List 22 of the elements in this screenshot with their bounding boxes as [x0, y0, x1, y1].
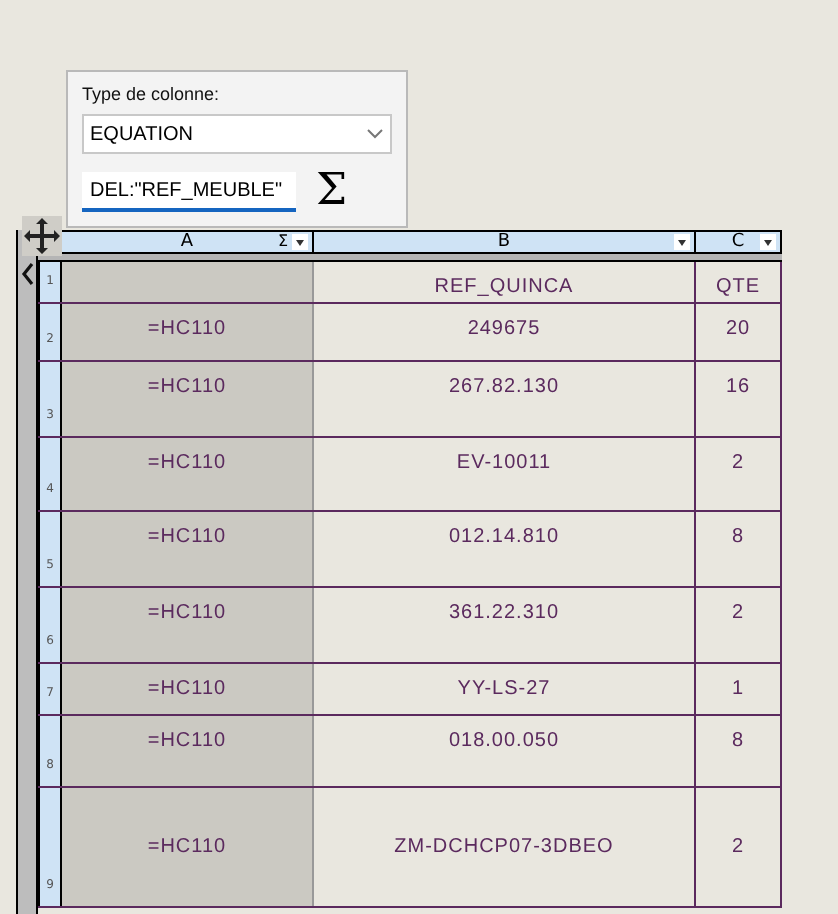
sum-button[interactable]: Σ: [316, 170, 348, 214]
table-cell: =HC110: [62, 788, 314, 906]
move-icon[interactable]: [22, 216, 62, 256]
column-type-label: Type de colonne:: [82, 82, 222, 108]
sum-mark: Σ: [277, 234, 288, 250]
chevron-down-icon: [366, 128, 384, 140]
dropdown-icon[interactable]: [674, 234, 690, 250]
table-cell: =HC110: [62, 512, 314, 586]
chevron-left-icon[interactable]: [20, 262, 36, 286]
column-header[interactable]: C: [731, 233, 745, 251]
dropdown-icon[interactable]: [292, 234, 308, 250]
table-cell: =HC110: [62, 438, 314, 510]
formula-field[interactable]: DEL:"REF_MEUBLE": [82, 172, 296, 212]
table-cell: =HC110: [62, 588, 314, 662]
table-cell: =HC110: [62, 304, 314, 360]
column-header[interactable]: A: [180, 233, 194, 251]
table-cell: =HC110: [62, 716, 314, 786]
table-cell: =HC110: [62, 664, 314, 714]
column-header[interactable]: B: [497, 233, 511, 251]
dropdown-icon[interactable]: [760, 234, 776, 250]
column-type-dropdown[interactable]: EQUATION: [82, 114, 392, 154]
table-cell: =HC110: [62, 362, 314, 436]
